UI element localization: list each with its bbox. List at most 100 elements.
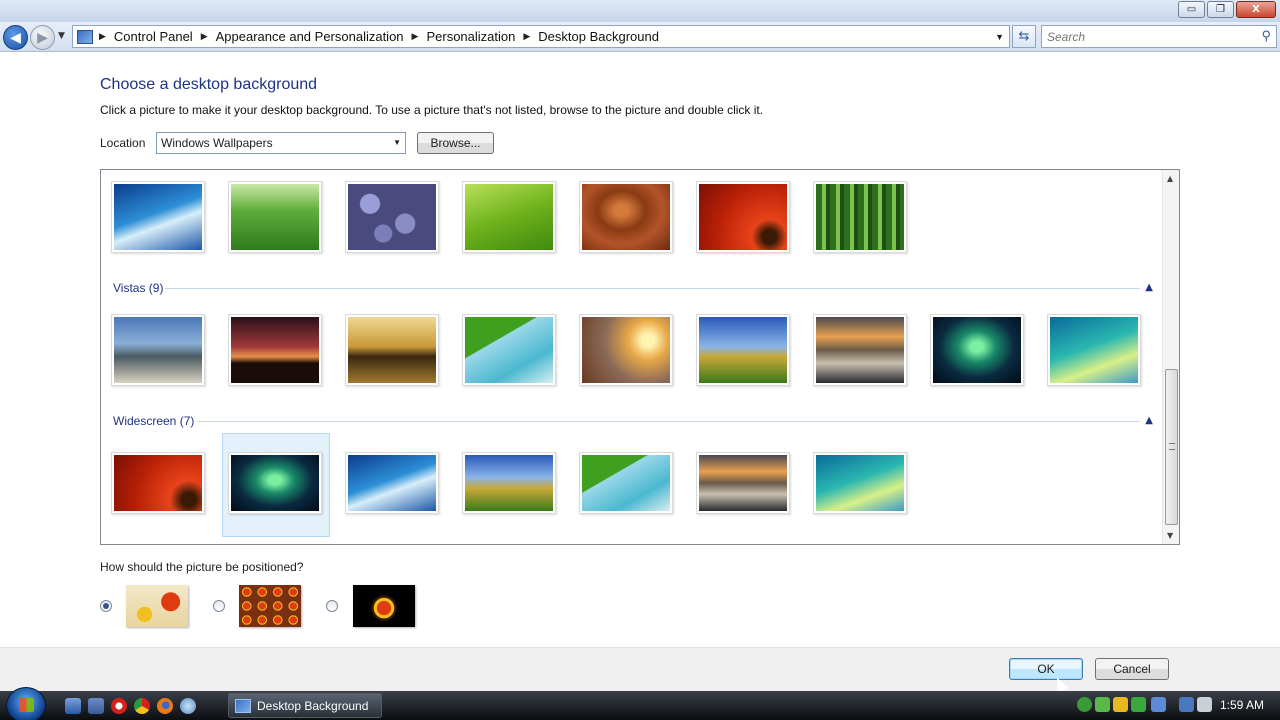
wallpaper-thumb-aurora[interactable] — [930, 314, 1024, 386]
breadcrumb-desktop-background[interactable]: Desktop Background — [538, 29, 659, 44]
wallpaper-thumb-golden-rocks[interactable] — [345, 314, 439, 386]
wallpaper-thumb-mountain-lake[interactable] — [111, 314, 205, 386]
wallpaper-thumb-green-hills[interactable] — [696, 314, 790, 386]
quick-launch-icon[interactable] — [180, 698, 196, 714]
show-desktop-icon[interactable] — [65, 698, 81, 714]
position-question: How should the picture be positioned? — [100, 560, 304, 574]
wallpaper-thumb-canyon-reflection[interactable] — [813, 314, 907, 386]
control-panel-icon — [77, 29, 93, 44]
breadcrumb-personalization[interactable]: Personalization — [426, 29, 515, 44]
wallpaper-thumb-aurora-selected[interactable] — [228, 452, 322, 514]
wallpaper-gallery[interactable]: Vistas (9) ▲ Widescreen (7) ▲ ▲ ▼ — [100, 169, 1180, 545]
wallpaper-thumb-stones[interactable] — [345, 181, 439, 253]
start-button[interactable] — [6, 687, 46, 720]
recent-pages-chevron-icon[interactable]: ▼ — [58, 31, 65, 41]
radio-tile[interactable] — [213, 600, 225, 612]
group-header-vistas[interactable]: Vistas (9) — [113, 281, 163, 295]
security-shield-icon[interactable] — [1113, 697, 1128, 712]
refresh-button[interactable]: ⇆ — [1012, 25, 1036, 48]
group-title-widescreen: Widescreen (7) — [113, 414, 195, 428]
wallpaper-thumb-vista-aurora-green[interactable] — [813, 452, 907, 514]
group-divider — [197, 421, 1140, 422]
scrollbar-thumb[interactable] — [1165, 369, 1178, 525]
scrollbar-grip-icon — [1169, 443, 1175, 450]
browse-button[interactable]: Browse... — [417, 132, 494, 154]
tray-check-icon[interactable] — [1131, 697, 1146, 712]
switch-windows-icon[interactable] — [88, 698, 104, 714]
breadcrumb-appearance[interactable]: Appearance and Personalization — [216, 29, 404, 44]
chrome-icon[interactable] — [134, 698, 150, 714]
location-value: Windows Wallpapers — [161, 136, 273, 150]
scroll-up-icon[interactable]: ▲ — [1167, 174, 1173, 183]
wallpaper-thumb-palm-frond[interactable] — [579, 452, 673, 514]
address-bar[interactable]: ▶ Control Panel ▶ Appearance and Persona… — [72, 25, 1010, 48]
collapse-widescreen-chevron-icon[interactable]: ▲ — [1145, 415, 1153, 426]
position-center-preview[interactable] — [353, 585, 415, 627]
tray-app-icon[interactable] — [1095, 697, 1110, 712]
network-status-icon[interactable] — [1077, 697, 1092, 712]
wallpaper-thumb-red-flower[interactable] — [111, 452, 205, 514]
minimize-button[interactable]: ▭ — [1178, 1, 1205, 18]
search-input[interactable]: Search ⚲ — [1041, 25, 1277, 48]
page-title: Choose a desktop background — [100, 76, 318, 93]
collapse-vistas-chevron-icon[interactable]: ▲ — [1145, 282, 1153, 293]
back-arrow-icon: ◀ — [10, 29, 21, 46]
forward-button[interactable]: ▶ — [30, 25, 55, 50]
position-fit-preview[interactable] — [126, 585, 188, 627]
page-instructions: Click a picture to make it your desktop … — [100, 103, 764, 117]
group-header-widescreen[interactable]: Widescreen (7) — [113, 414, 194, 428]
refresh-icon: ⇆ — [1018, 29, 1030, 44]
wallpaper-thumb-vista-aurora-green[interactable] — [1047, 314, 1141, 386]
wallpaper-thumb-wood[interactable] — [579, 181, 673, 253]
navigation-bar: ◀ ▶ ▼ ▶ Control Panel ▶ Appearance and P… — [0, 22, 1280, 52]
taskbar-window-label: Desktop Background — [257, 698, 369, 713]
dropdown-arrow-icon: ▼ — [393, 138, 401, 147]
group-divider — [165, 288, 1140, 289]
network-icon[interactable] — [1179, 697, 1194, 712]
window-icon — [235, 698, 251, 713]
search-placeholder: Search — [1047, 29, 1086, 44]
system-tray: 1:59 AM — [1073, 691, 1280, 720]
firefox-icon[interactable] — [157, 698, 173, 714]
wallpaper-thumb-sunset-hills[interactable] — [228, 314, 322, 386]
forward-arrow-icon: ▶ — [37, 29, 48, 46]
scroll-down-icon[interactable]: ▼ — [1167, 531, 1173, 540]
search-icon[interactable]: ⚲ — [1261, 28, 1271, 44]
address-dropdown-icon[interactable]: ▼ — [995, 32, 1004, 42]
wallpaper-thumb-red-flower[interactable] — [696, 181, 790, 253]
wallpaper-thumb-green-hills[interactable] — [462, 452, 556, 514]
breadcrumb-separator-icon[interactable]: ▶ — [201, 31, 208, 42]
close-button[interactable]: X — [1236, 1, 1276, 18]
breadcrumb-separator-icon[interactable]: ▶ — [412, 31, 419, 42]
taskbar-clock[interactable]: 1:59 AM — [1220, 698, 1264, 712]
breadcrumb-separator-icon[interactable]: ▶ — [99, 31, 106, 42]
gallery-scrollbar[interactable]: ▲ ▼ — [1162, 170, 1179, 544]
breadcrumb-control-panel[interactable]: Control Panel — [114, 29, 193, 44]
wallpaper-thumb-fish[interactable] — [345, 452, 439, 514]
wallpaper-thumb-palm-frond[interactable] — [462, 314, 556, 386]
wallpaper-thumb-leaf[interactable] — [462, 181, 556, 253]
location-label: Location — [100, 136, 146, 150]
ok-button[interactable]: OK — [1009, 658, 1083, 680]
back-button[interactable]: ◀ — [3, 25, 28, 50]
wallpaper-thumb-fish[interactable] — [111, 181, 205, 253]
taskbar-window-desktop-background[interactable]: Desktop Background — [228, 693, 382, 718]
radio-fit-to-screen[interactable] — [100, 600, 112, 612]
position-tile-preview[interactable] — [239, 585, 301, 627]
wallpaper-thumb-grass[interactable] — [228, 181, 322, 253]
breadcrumb-separator-icon[interactable]: ▶ — [523, 31, 530, 42]
wallpaper-thumb-field-sunset[interactable] — [579, 314, 673, 386]
cancel-button[interactable]: Cancel — [1095, 658, 1169, 680]
wallpaper-thumb-canyon-reflection[interactable] — [696, 452, 790, 514]
window-controls: ▭ ❐ X — [1176, 1, 1276, 18]
window-title-bar: ▭ ❐ X — [0, 0, 1280, 22]
opera-icon[interactable] — [111, 698, 127, 714]
taskbar: Desktop Background 1:59 AM — [0, 687, 1280, 720]
volume-icon[interactable] — [1197, 697, 1212, 712]
radio-center[interactable] — [326, 600, 338, 612]
dialog-footer: OK Cancel — [0, 647, 1280, 691]
location-dropdown[interactable]: Windows Wallpapers ▼ — [156, 132, 406, 154]
maximize-button[interactable]: ❐ — [1207, 1, 1234, 18]
wallpaper-thumb-bamboo[interactable] — [813, 181, 907, 253]
tray-update-icon[interactable] — [1151, 697, 1166, 712]
